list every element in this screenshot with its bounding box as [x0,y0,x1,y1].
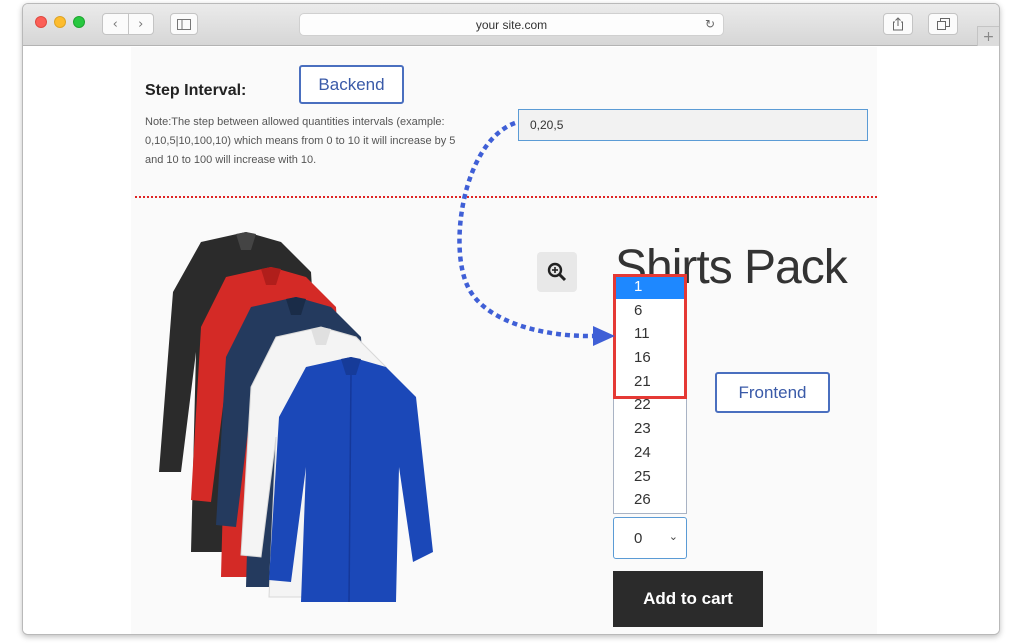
page-content: Step Interval: Note:The step between all… [23,47,999,634]
section-divider [135,196,877,198]
quantity-option[interactable]: 26 [614,488,686,512]
zoom-icon[interactable] [537,252,577,292]
quantity-option[interactable]: 21 [614,370,686,394]
step-interval-input[interactable]: 0,20,5 [518,109,868,141]
quantity-option[interactable]: 16 [614,346,686,370]
step-interval-note: Note:The step between allowed quantities… [145,116,456,166]
quantity-option[interactable]: 22 [614,393,686,417]
plus-icon[interactable]: + [977,26,999,46]
url-text: your site.com [475,17,548,32]
quantity-option[interactable]: 24 [614,441,686,465]
add-to-cart-button[interactable]: Add to cart [613,571,763,627]
quantity-option[interactable]: 6 [614,299,686,323]
shirts-pack-image [159,232,433,602]
tabs-icon[interactable] [928,13,958,35]
backend-callout: Backend [299,65,404,104]
quantity-option[interactable]: 23 [614,417,686,441]
browser-window: ‹ › your site.com ↻ + Step Interval: Not… [22,3,1000,635]
quantity-dropdown-list[interactable]: 1 6 11 16 21 22 23 24 25 26 [613,274,687,514]
nav-buttons: ‹ › [102,13,154,35]
step-interval-label: Step Interval: [145,82,247,99]
close-window-button[interactable] [35,16,47,28]
share-icon[interactable] [883,13,913,35]
quantity-option[interactable]: 1 [614,275,686,299]
chevron-right-icon[interactable]: › [127,14,154,34]
address-bar[interactable]: your site.com ↻ [299,13,724,36]
quantity-select[interactable]: 0 ⌄ [613,517,687,559]
browser-toolbar: ‹ › your site.com ↻ + [23,4,999,46]
chevron-left-icon[interactable]: ‹ [103,14,128,34]
quantity-option[interactable]: 11 [614,322,686,346]
quantity-option[interactable]: 25 [614,465,686,489]
quantity-select-value: 0 [634,529,643,547]
sidebar-icon[interactable] [170,13,198,35]
minimize-window-button[interactable] [54,16,66,28]
chevron-down-icon: ⌄ [668,530,678,543]
maximize-window-button[interactable] [73,16,85,28]
frontend-callout: Frontend [715,372,830,413]
reload-icon[interactable]: ↻ [705,17,715,31]
